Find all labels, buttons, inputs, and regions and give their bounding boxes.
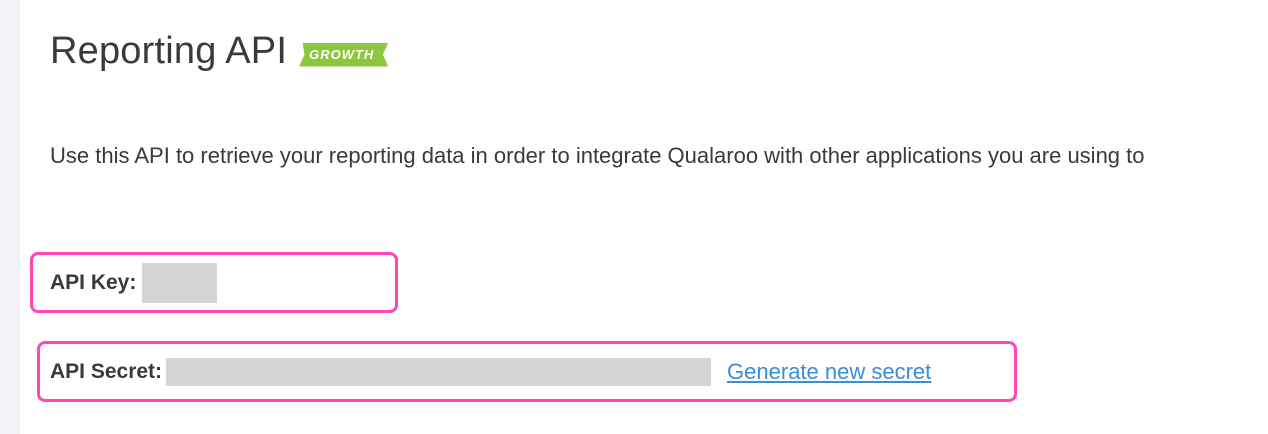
left-rail: [0, 0, 20, 434]
api-secret-label: API Secret:: [50, 359, 163, 383]
growth-badge: GROWTH: [299, 42, 389, 67]
api-description: Use this API to retrieve your reporting …: [50, 143, 1145, 168]
generate-new-secret-link[interactable]: Generate new secret: [727, 359, 931, 385]
title-row: Reporting API GROWTH: [50, 30, 389, 73]
api-secret-row: API Secret: Generate new secret: [37, 341, 1017, 402]
api-key-row: API Key:: [30, 252, 398, 313]
api-secret-value-redacted: [166, 357, 712, 386]
page-title: Reporting API: [50, 30, 288, 72]
reporting-api-panel: Reporting API GROWTH Use this API to ret…: [30, 0, 1268, 434]
api-key-value-redacted: [142, 262, 218, 303]
api-key-label: API Key:: [50, 270, 137, 294]
